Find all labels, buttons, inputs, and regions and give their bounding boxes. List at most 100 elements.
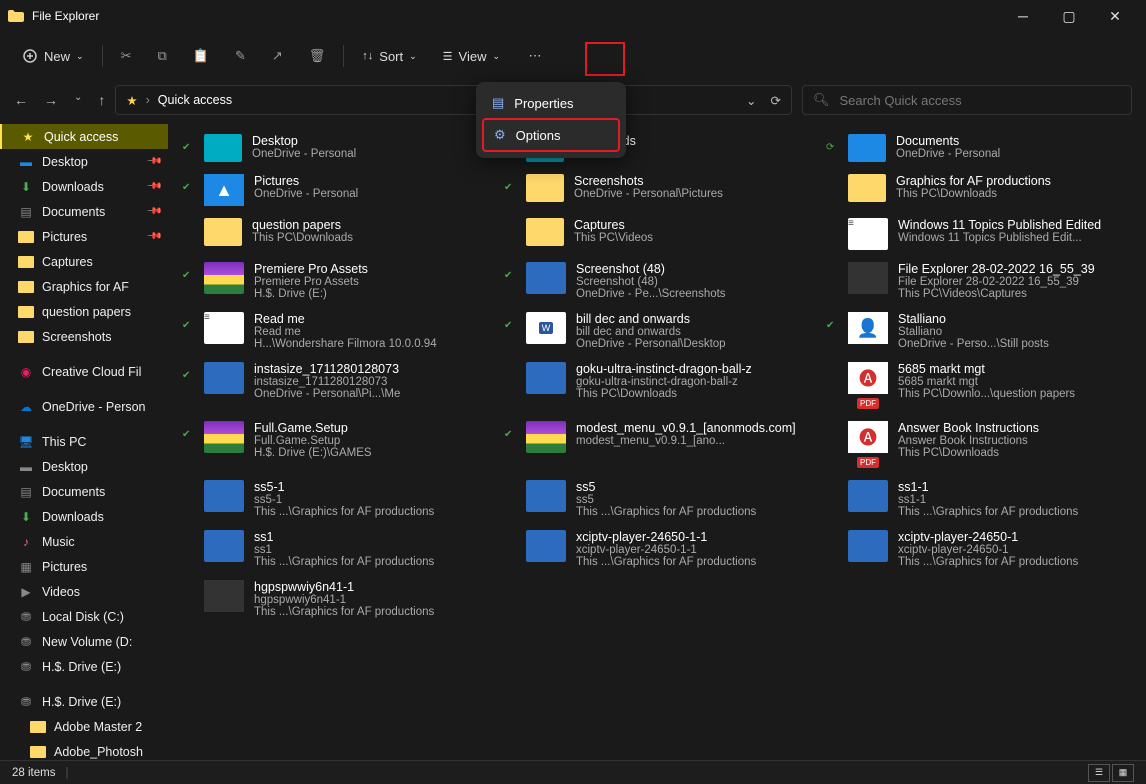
- recent-button[interactable]: ⌄: [74, 92, 82, 108]
- sidebar-graphics-af[interactable]: Graphics for AF: [0, 274, 168, 299]
- sidebar-item-label: Adobe_Photosh: [54, 745, 143, 759]
- file-tile[interactable]: ss1ss1This ...\Graphics for AF productio…: [174, 524, 496, 574]
- more-button[interactable]: ⋯: [518, 42, 552, 70]
- sidebar-downloads2[interactable]: ⬇Downloads: [0, 504, 168, 529]
- menu-properties[interactable]: ▤ Properties: [482, 88, 620, 118]
- address-bar[interactable]: ★ › Quick access ⌄ ⟳: [115, 85, 792, 115]
- word-icon: W: [526, 312, 566, 344]
- tiles-view-button[interactable]: ▦: [1112, 764, 1134, 782]
- tile-sub: This PC\Videos: [574, 232, 810, 244]
- sidebar-desktop[interactable]: ▬Desktop📌: [0, 149, 168, 174]
- tile-name: Documents: [896, 134, 1132, 148]
- file-tile[interactable]: ✔Full.Game.SetupFull.Game.SetupH.$. Driv…: [174, 415, 496, 474]
- tile-sub: goku-ultra-instinct-dragon-ball-z: [576, 376, 810, 388]
- sidebar-documents[interactable]: ▤Documents📌: [0, 199, 168, 224]
- file-tile[interactable]: ✔👤StallianoStallianoOneDrive - Perso...\…: [818, 306, 1140, 356]
- file-tile[interactable]: ✔Premiere Pro AssetsPremiere Pro AssetsH…: [174, 256, 496, 306]
- sidebar-onedrive[interactable]: ☁OneDrive - Person: [0, 394, 168, 419]
- tile-sub2: H.$. Drive (E:)\GAMES: [254, 447, 488, 459]
- sidebar-item-label: Music: [42, 535, 75, 549]
- view-button[interactable]: ☰ View ⌄: [435, 45, 508, 68]
- details-view-button[interactable]: ☰: [1088, 764, 1110, 782]
- rename-button[interactable]: ✎: [227, 44, 254, 68]
- image-thumb: [526, 262, 566, 294]
- sidebar-question-papers[interactable]: question papers: [0, 299, 168, 324]
- file-tile[interactable]: goku-ultra-instinct-dragon-ball-zgoku-ul…: [496, 356, 818, 415]
- file-tile[interactable]: CapturesThis PC\Videos: [496, 212, 818, 256]
- tile-name: Stalliano: [898, 312, 1132, 326]
- sidebar-pictures2[interactable]: ▦Pictures: [0, 554, 168, 579]
- documents-icon: ▤: [18, 484, 34, 500]
- sidebar-captures[interactable]: Captures: [0, 249, 168, 274]
- new-button[interactable]: New ⌄: [14, 44, 92, 68]
- toolbar: New ⌄ ✂ ⧉ 📋 ✎ ↗ 🗑 ↑↓ Sort ⌄ ☰ View ⌄ ⋯: [0, 32, 1146, 80]
- share-button[interactable]: ↗: [264, 44, 291, 68]
- pdf-badge: PDF: [857, 398, 879, 409]
- paste-button[interactable]: 📋: [185, 44, 217, 68]
- sidebar-adobe-master[interactable]: Adobe Master 2: [0, 714, 168, 739]
- menu-options[interactable]: ⚙ Options: [482, 118, 620, 152]
- up-button[interactable]: ↑: [98, 92, 105, 108]
- image-thumb: [526, 480, 566, 512]
- file-tile[interactable]: question papersThis PC\Downloads: [174, 212, 496, 256]
- breadcrumb-current[interactable]: Quick access: [158, 93, 232, 107]
- sidebar-pictures[interactable]: Pictures📌: [0, 224, 168, 249]
- minimize-button[interactable]: ─: [1000, 0, 1046, 32]
- pdf-badge: PDF: [857, 457, 879, 468]
- file-tile[interactable]: ✔▲PicturesOneDrive - Personal: [174, 168, 496, 212]
- forward-button[interactable]: →: [44, 92, 58, 108]
- file-tile[interactable]: ✔instasize_1711280128073instasize_171128…: [174, 356, 496, 415]
- file-tile[interactable]: ss1-1ss1-1This ...\Graphics for AF produ…: [818, 474, 1140, 524]
- maximize-button[interactable]: ▢: [1046, 0, 1092, 32]
- sidebar-desktop2[interactable]: ▬Desktop: [0, 454, 168, 479]
- file-tile[interactable]: ✔Wbill dec and onwardsbill dec and onwar…: [496, 306, 818, 356]
- file-tile[interactable]: ≡Windows 11 Topics Published EditedWindo…: [818, 212, 1140, 256]
- file-tile[interactable]: hgpspwwiy6n41-1hgpspwwiy6n41-1This ...\G…: [174, 574, 496, 624]
- tile-name: Screenshots: [574, 174, 810, 188]
- file-tile[interactable]: ⟳DocumentsOneDrive - Personal: [818, 128, 1140, 168]
- sidebar-this-pc[interactable]: 🖥This PC: [0, 429, 168, 454]
- tile-name: Pictures: [254, 174, 488, 188]
- file-tile[interactable]: File Explorer 28-02-2022 16_55_39File Ex…: [818, 256, 1140, 306]
- file-tile[interactable]: ✔Screenshot (48)Screenshot (48)OneDrive …: [496, 256, 818, 306]
- sidebar-downloads[interactable]: ⬇Downloads📌: [0, 174, 168, 199]
- sidebar-new-volume[interactable]: ⛃New Volume (D:: [0, 629, 168, 654]
- tile-name: modest_menu_v0.9.1_[anonmods.com]: [576, 421, 810, 435]
- sidebar-creative-cloud[interactable]: ◉Creative Cloud Fil: [0, 359, 168, 384]
- sidebar-local-disk[interactable]: ⛃Local Disk (C:): [0, 604, 168, 629]
- tile-name: ss5: [576, 480, 810, 494]
- new-label: New: [44, 49, 70, 64]
- sidebar-hs-drive[interactable]: ⛃H.$. Drive (E:): [0, 654, 168, 679]
- pdf-icon: 🅐: [848, 362, 888, 394]
- sidebar-quick-access[interactable]: ★Quick access: [0, 124, 168, 149]
- sidebar-documents2[interactable]: ▤Documents: [0, 479, 168, 504]
- sidebar-adobe-photoshop[interactable]: Adobe_Photosh: [0, 739, 168, 760]
- delete-button[interactable]: 🗑: [301, 44, 334, 68]
- file-tile[interactable]: ✔DesktopOneDrive - Personal: [174, 128, 496, 168]
- sidebar-screenshots[interactable]: Screenshots: [0, 324, 168, 349]
- sidebar-hs-drive2[interactable]: ⛃H.$. Drive (E:): [0, 689, 168, 714]
- tile-name: hgpspwwiy6n41-1: [254, 580, 488, 594]
- search-box[interactable]: 🔍︎ Search Quick access: [802, 85, 1132, 115]
- file-tile[interactable]: ✔modest_menu_v0.9.1_[anonmods.com]modest…: [496, 415, 818, 474]
- file-tile[interactable]: xciptv-player-24650-1-1xciptv-player-246…: [496, 524, 818, 574]
- sort-button[interactable]: ↑↓ Sort ⌄: [354, 45, 424, 68]
- sidebar-videos[interactable]: ▶Videos: [0, 579, 168, 604]
- file-tile[interactable]: Graphics for AF productionsThis PC\Downl…: [818, 168, 1140, 212]
- sidebar-music[interactable]: ♪Music: [0, 529, 168, 554]
- file-tile[interactable]: ss5ss5This ...\Graphics for AF productio…: [496, 474, 818, 524]
- close-button[interactable]: ✕: [1092, 0, 1138, 32]
- path-chevron-icon[interactable]: ⌄: [746, 93, 756, 108]
- file-tile[interactable]: ✔ScreenshotsOneDrive - Personal\Pictures: [496, 168, 818, 212]
- file-tile[interactable]: ✔≡Read meRead meH...\Wondershare Filmora…: [174, 306, 496, 356]
- copy-button[interactable]: ⧉: [149, 44, 174, 68]
- tile-sub: xciptv-player-24650-1-1: [576, 544, 810, 556]
- cut-button[interactable]: ✂: [113, 44, 140, 68]
- file-tile[interactable]: ss5-1ss5-1This ...\Graphics for AF produ…: [174, 474, 496, 524]
- file-tile[interactable]: xciptv-player-24650-1xciptv-player-24650…: [818, 524, 1140, 574]
- file-tile[interactable]: 🅐PDF5685 markt mgt5685 markt mgtThis PC\…: [818, 356, 1140, 415]
- tile-sub2: This ...\Graphics for AF productions: [254, 556, 488, 568]
- back-button[interactable]: ←: [14, 92, 28, 108]
- file-tile[interactable]: 🅐PDFAnswer Book InstructionsAnswer Book …: [818, 415, 1140, 474]
- refresh-button[interactable]: ⟳: [771, 93, 781, 108]
